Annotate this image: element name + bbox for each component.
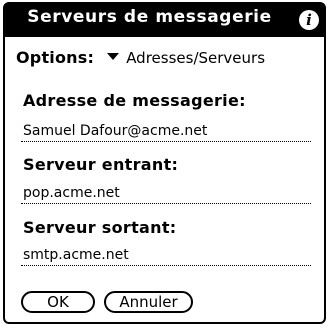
incoming-server-field[interactable]: pop.acme.net <box>23 183 309 203</box>
ok-button[interactable]: OK <box>21 291 95 313</box>
incoming-server-label: Serveur entrant: <box>23 155 179 174</box>
outgoing-server-underline <box>21 265 311 266</box>
options-label: Options: <box>16 48 95 67</box>
options-dropdown[interactable]: Adresses/Serveurs <box>107 49 265 67</box>
info-icon[interactable]: i <box>299 10 319 30</box>
triangle-down-icon <box>107 53 120 60</box>
email-address-underline <box>21 141 311 142</box>
incoming-server-underline <box>21 203 311 204</box>
title-bar: Serveurs de messagerie i <box>5 4 324 37</box>
options-row: Options: Adresses/Serveurs <box>16 48 265 67</box>
email-address-label: Adresse de messagerie: <box>23 91 246 110</box>
options-selected-value: Adresses/Serveurs <box>126 49 266 67</box>
cancel-button[interactable]: Annuler <box>104 291 193 313</box>
email-address-field[interactable]: Samuel Dafour@acme.net <box>23 121 309 141</box>
outgoing-server-field[interactable]: smtp.acme.net <box>23 245 309 265</box>
outgoing-server-label: Serveur sortant: <box>23 218 177 237</box>
dialog-title: Serveurs de messagerie <box>27 7 272 27</box>
